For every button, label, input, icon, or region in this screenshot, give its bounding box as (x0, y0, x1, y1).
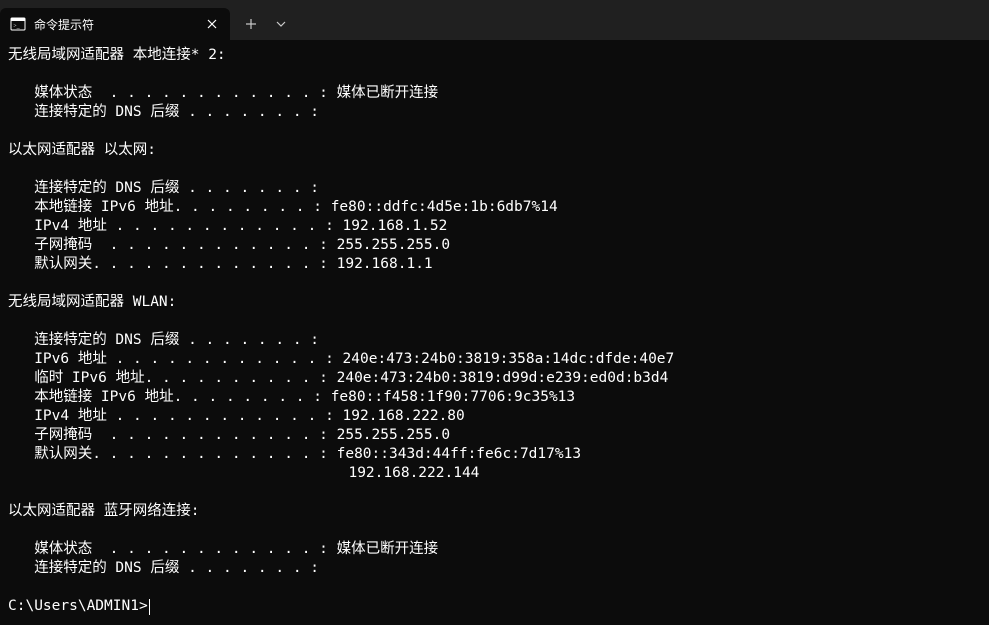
adapter-property-line: 连接特定的 DNS 后缀 . . . . . . . : (8, 559, 981, 578)
titlebar-top-strip (0, 0, 989, 8)
adapter-property-line: 连接特定的 DNS 后缀 . . . . . . . : (8, 331, 981, 350)
adapter-header: 无线局域网适配器 本地连接* 2: (8, 46, 981, 65)
adapter-property-line: 本地链接 IPv6 地址. . . . . . . . : fe80::ddfc… (8, 198, 981, 217)
blank-line (8, 122, 981, 141)
titlebar: >_ 命令提示符 (0, 0, 989, 40)
prompt-text: C:\Users\ADMIN1> (8, 597, 148, 616)
terminal-output[interactable]: 无线局域网适配器 本地连接* 2: 媒体状态 . . . . . . . . .… (0, 40, 989, 622)
tab-cmd[interactable]: >_ 命令提示符 (0, 8, 230, 40)
blank-line (8, 578, 981, 597)
cmd-icon: >_ (10, 16, 26, 32)
blank-line (8, 65, 981, 84)
prompt-line[interactable]: C:\Users\ADMIN1> (8, 597, 981, 616)
adapter-header: 以太网适配器 蓝牙网络连接: (8, 502, 981, 521)
tab-close-button[interactable] (204, 16, 220, 32)
blank-line (8, 483, 981, 502)
tab-title: 命令提示符 (34, 16, 196, 33)
svg-text:>_: >_ (13, 24, 20, 30)
adapter-property-line: 本地链接 IPv6 地址. . . . . . . . : fe80::f458… (8, 388, 981, 407)
blank-line (8, 160, 981, 179)
adapter-property-line: 媒体状态 . . . . . . . . . . . . : 媒体已断开连接 (8, 84, 981, 103)
adapter-property-line: IPv4 地址 . . . . . . . . . . . . : 192.16… (8, 217, 981, 236)
adapter-property-line: IPv4 地址 . . . . . . . . . . . . : 192.16… (8, 407, 981, 426)
new-tab-button[interactable] (236, 9, 266, 39)
tabs-row: >_ 命令提示符 (0, 8, 989, 40)
adapter-property-line: 默认网关. . . . . . . . . . . . . : fe80::34… (8, 445, 981, 464)
adapter-header: 以太网适配器 以太网: (8, 141, 981, 160)
blank-line (8, 312, 981, 331)
blank-line (8, 521, 981, 540)
adapter-property-line: 媒体状态 . . . . . . . . . . . . : 媒体已断开连接 (8, 540, 981, 559)
adapter-property-line: 子网掩码 . . . . . . . . . . . . : 255.255.2… (8, 236, 981, 255)
adapter-property-line: 连接特定的 DNS 后缀 . . . . . . . : (8, 103, 981, 122)
adapter-property-line: 子网掩码 . . . . . . . . . . . . : 255.255.2… (8, 426, 981, 445)
tab-dropdown-button[interactable] (266, 9, 296, 39)
adapter-property-line: 临时 IPv6 地址. . . . . . . . . . : 240e:473… (8, 369, 981, 388)
adapter-property-line: 连接特定的 DNS 后缀 . . . . . . . : (8, 179, 981, 198)
adapter-header: 无线局域网适配器 WLAN: (8, 293, 981, 312)
adapter-property-line: 默认网关. . . . . . . . . . . . . : 192.168.… (8, 255, 981, 274)
adapter-property-line: IPv6 地址 . . . . . . . . . . . . : 240e:4… (8, 350, 981, 369)
adapter-property-line: 192.168.222.144 (8, 464, 981, 483)
blank-line (8, 274, 981, 293)
cursor (149, 599, 150, 615)
